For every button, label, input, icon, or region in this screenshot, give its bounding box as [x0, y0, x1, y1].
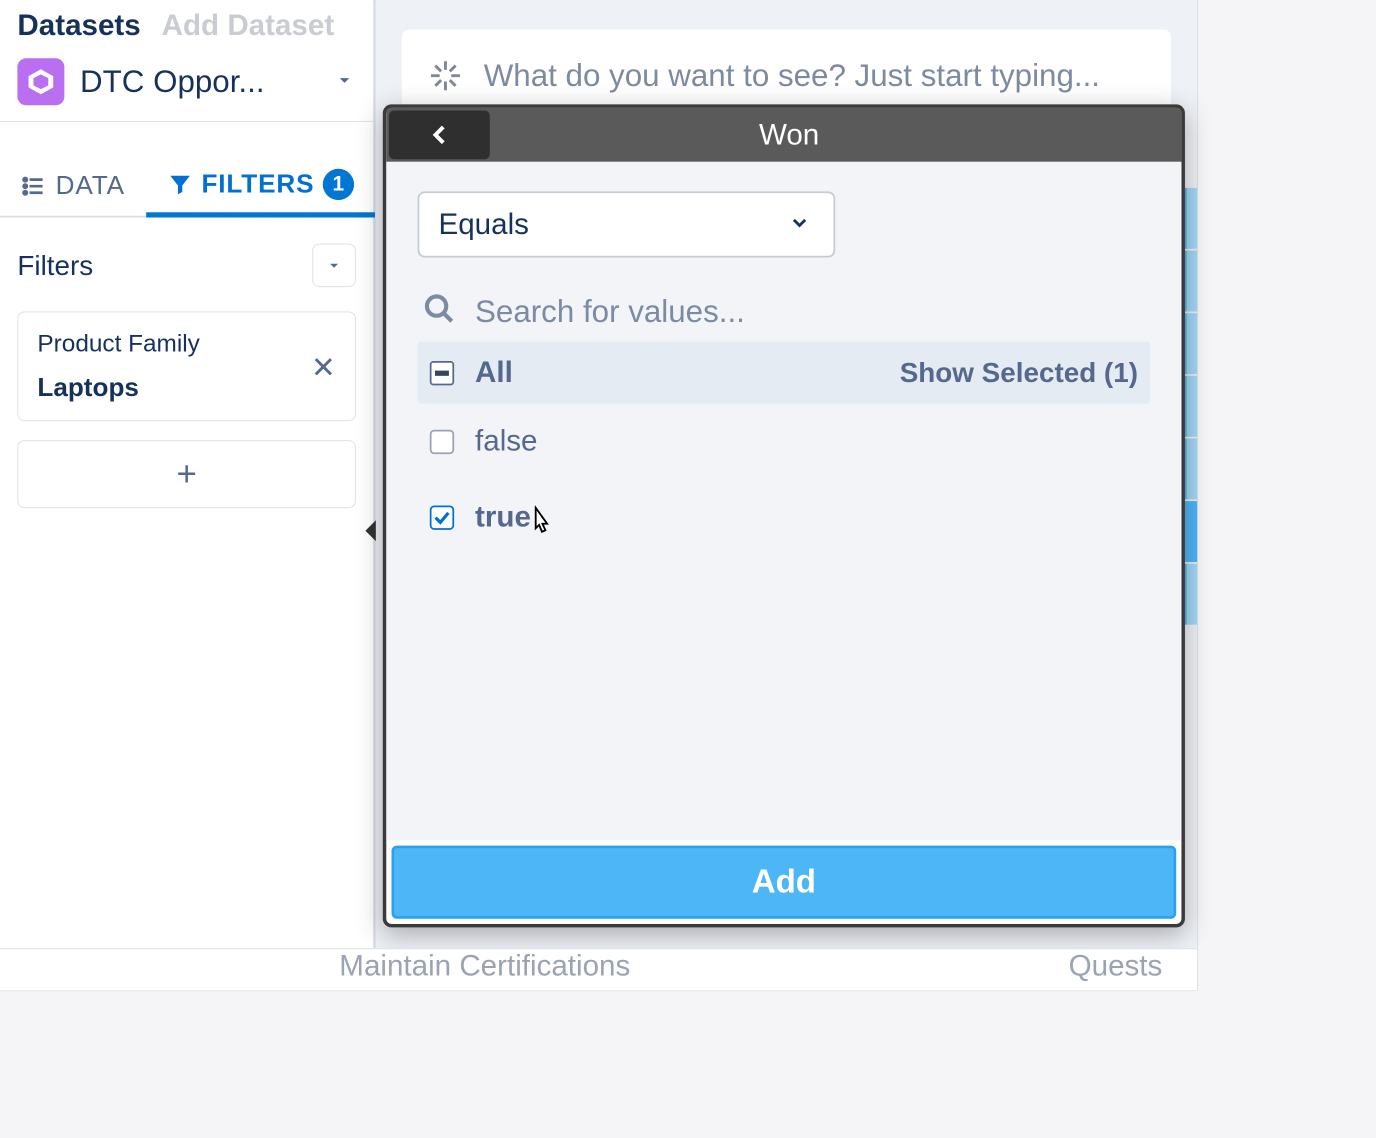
operator-value: Equals [438, 207, 528, 241]
caret-down-icon [333, 68, 356, 95]
select-all-row[interactable]: All Show Selected (1) [418, 342, 1151, 404]
add-filter-button[interactable]: + [17, 440, 355, 508]
filter-card-product-family[interactable]: Product Family Laptops ✕ [17, 311, 355, 421]
sidebar-tabs: DATA FILTERS 1 [0, 157, 373, 218]
plus-icon: + [176, 455, 196, 494]
tab-data[interactable]: DATA [0, 157, 146, 216]
chevron-down-icon [788, 207, 811, 241]
dataset-icon [17, 58, 64, 105]
value-label: false [475, 425, 537, 459]
query-placeholder: What do you want to see? Just start typi… [484, 57, 1100, 94]
filters-section-title: Filters [17, 249, 93, 281]
search-placeholder: Search for values... [475, 293, 745, 330]
value-option-true[interactable]: true [418, 479, 1151, 555]
add-button[interactable]: Add [392, 846, 1177, 919]
operator-select[interactable]: Equals [418, 191, 836, 257]
search-icon [423, 292, 456, 329]
all-label: All [475, 356, 900, 390]
filter-icon [167, 171, 193, 197]
filter-value-panel: Won Equals Search for values... All Show… [383, 104, 1185, 927]
value-label: true [475, 500, 531, 534]
dataset-selector[interactable]: DTC Oppor... [17, 48, 355, 121]
bottom-left-text: Maintain Certifications [35, 949, 1069, 983]
sidebar: Datasets Add Dataset DTC Oppor... DATA F… [0, 0, 376, 957]
back-button[interactable] [389, 110, 490, 159]
dataset-name: DTC Oppor... [80, 64, 318, 101]
panel-title: Won [492, 108, 1181, 162]
background-chart-fragment [1185, 188, 1197, 625]
checkbox-unchecked-icon[interactable] [430, 429, 454, 453]
list-icon [21, 173, 47, 199]
tab-data-label: DATA [56, 171, 125, 201]
show-selected-link[interactable]: Show Selected (1) [900, 357, 1138, 389]
filters-menu-button[interactable] [312, 244, 356, 288]
datasets-heading: Datasets [17, 9, 140, 43]
value-option-false[interactable]: false [418, 404, 1151, 480]
filter-value: Laptops [37, 373, 199, 403]
checkbox-checked-icon[interactable] [430, 505, 454, 529]
close-icon[interactable]: ✕ [311, 330, 336, 386]
add-dataset-link[interactable]: Add Dataset [162, 9, 335, 43]
checkbox-indeterminate-icon[interactable] [430, 361, 454, 385]
filters-count-badge: 1 [323, 169, 354, 200]
bottom-right-text: Quests [1069, 949, 1163, 983]
add-button-label: Add [752, 863, 816, 900]
value-search-input[interactable]: Search for values... [418, 284, 1151, 339]
sparkle-icon [428, 58, 463, 93]
bottom-strip: Maintain Certifications Quests [0, 948, 1197, 990]
filter-field-label: Product Family [37, 330, 199, 358]
cursor-pointer-icon [525, 505, 555, 546]
tab-filters[interactable]: FILTERS 1 [146, 157, 375, 218]
tab-filters-label: FILTERS [201, 170, 314, 200]
